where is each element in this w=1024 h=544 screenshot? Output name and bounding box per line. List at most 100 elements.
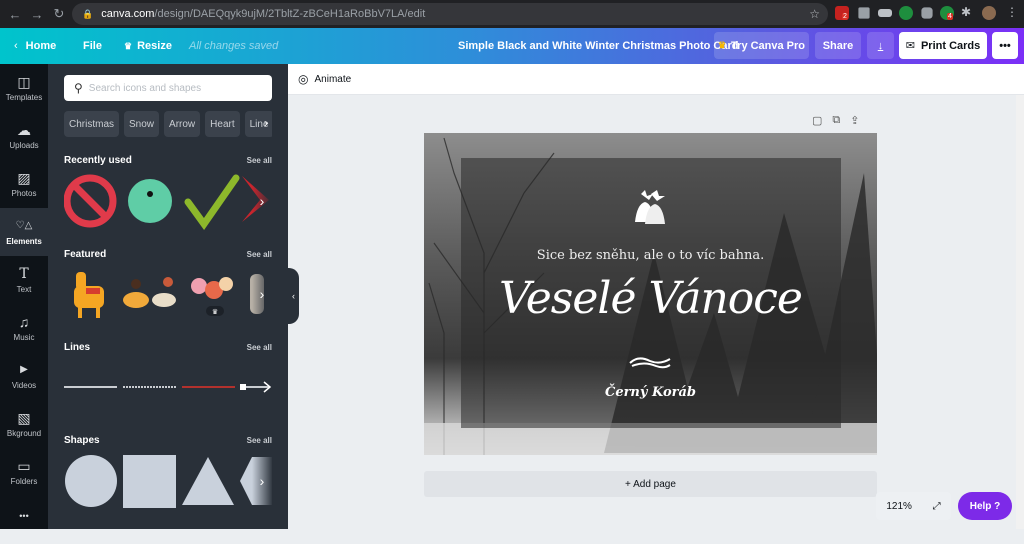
- sidebar-item-folders[interactable]: ▭ Folders: [0, 448, 48, 496]
- card-subtitle[interactable]: Sice bez sněhu, ale o to víc bahna.: [424, 248, 877, 263]
- more-options-button[interactable]: •••: [992, 32, 1018, 59]
- scroll-right-icon[interactable]: ›: [252, 172, 272, 230]
- chevron-left-icon: ‹: [14, 40, 18, 52]
- square-shape-icon[interactable]: [123, 455, 176, 508]
- extension-camera-icon[interactable]: [921, 7, 933, 19]
- url-host: canva.com: [101, 8, 155, 20]
- sidebar-item-more[interactable]: •••: [0, 496, 48, 544]
- photo-icon: ▨: [17, 170, 31, 186]
- elements-icon: ♡△: [15, 220, 33, 231]
- home-label: Home: [25, 40, 57, 52]
- background-icon: ▧: [17, 410, 31, 426]
- print-cards-button[interactable]: ✉ Print Cards: [899, 32, 987, 59]
- share-button[interactable]: Share: [815, 32, 861, 59]
- sidebar-item-uploads[interactable]: ☁ Uploads: [0, 112, 48, 160]
- animate-button[interactable]: ◎ Animate: [298, 72, 351, 86]
- elements-panel: ⚲ Christmas Snow Arrow Heart Line › Rece…: [48, 64, 288, 529]
- add-note-icon[interactable]: ▢: [812, 114, 822, 127]
- sidebar-item-templates[interactable]: ◫ Templates: [0, 64, 48, 112]
- checkmark-icon[interactable]: [184, 174, 240, 230]
- flowers-sticker-icon[interactable]: ♛: [191, 277, 233, 316]
- chip-snow[interactable]: Snow: [124, 111, 160, 137]
- zoom-level[interactable]: 121%: [886, 501, 912, 512]
- add-page-icon[interactable]: ⇪: [850, 114, 859, 127]
- search-icon: ⚲: [74, 81, 83, 95]
- card-signature[interactable]: Černý Koráb: [424, 385, 877, 400]
- music-icon: ♫: [18, 314, 30, 330]
- arrow-line-icon[interactable]: [240, 381, 272, 393]
- sidebar-item-videos[interactable]: ▶ Videos: [0, 352, 48, 400]
- try-pro-label: Try Canva Pro: [731, 39, 806, 52]
- line-elements: [64, 381, 272, 393]
- flourish-divider-icon[interactable]: [628, 353, 672, 373]
- vertical-scrollbar[interactable]: [1016, 95, 1024, 529]
- circle-shape-icon[interactable]: [65, 455, 117, 507]
- chips-next-icon[interactable]: ›: [264, 116, 268, 130]
- scroll-right-icon[interactable]: ›: [252, 264, 272, 324]
- help-button[interactable]: Help ?: [958, 492, 1012, 520]
- bookmark-star-icon[interactable]: ☆: [809, 7, 820, 21]
- sidebar-item-text[interactable]: T Text: [0, 256, 48, 304]
- text-icon: T: [19, 266, 29, 282]
- see-all-link[interactable]: See all: [247, 436, 272, 445]
- design-canvas[interactable]: Sice bez sněhu, ale o to víc bahna. Vese…: [424, 133, 877, 455]
- shape-elements: [65, 455, 272, 508]
- see-all-link[interactable]: See all: [247, 156, 272, 165]
- extension-drive-icon[interactable]: [858, 7, 870, 19]
- zoom-control[interactable]: 121% ⤢: [876, 492, 951, 520]
- crown-icon: ♛: [717, 40, 727, 50]
- recent-elements: [64, 174, 269, 230]
- people-popcorn-sticker-icon[interactable]: [123, 277, 176, 308]
- sidebar-item-photos[interactable]: ▨ Photos: [0, 160, 48, 208]
- sidebar-item-background[interactable]: ▧ Bkground: [0, 400, 48, 448]
- recently-used-row: ›: [64, 172, 272, 230]
- extension-badge: 2: [842, 13, 848, 20]
- file-menu-button[interactable]: File: [83, 40, 102, 52]
- sidebar-item-elements[interactable]: ♡△ Elements: [0, 208, 48, 256]
- video-icon: ▶: [20, 364, 28, 375]
- resize-button[interactable]: ♛ Resize: [124, 40, 172, 52]
- fullscreen-icon[interactable]: ⤢: [933, 501, 941, 512]
- chip-heart[interactable]: Heart: [205, 111, 240, 137]
- triangle-shape-icon[interactable]: [182, 457, 234, 505]
- scroll-right-icon[interactable]: ›: [252, 453, 272, 509]
- back-icon[interactable]: ←: [4, 7, 26, 22]
- address-bar[interactable]: 🔒 canva.com /design/DAEQqyk9ujM/2TbltZ-z…: [72, 3, 828, 25]
- forward-icon[interactable]: →: [26, 7, 48, 22]
- animate-label: Animate: [314, 73, 352, 85]
- try-canva-pro-button[interactable]: ♛ Try Canva Pro: [714, 32, 809, 59]
- home-button[interactable]: ‹ Home: [14, 40, 56, 52]
- featured-elements: ♛: [74, 272, 264, 318]
- sidebar-item-label: Bkground: [6, 429, 42, 438]
- chip-arrow[interactable]: Arrow: [164, 111, 201, 137]
- editor-toolbar: ◎ Animate: [288, 64, 1024, 95]
- download-button[interactable]: ↓: [867, 32, 894, 59]
- profile-avatar[interactable]: [982, 6, 996, 20]
- sidebar-item-music[interactable]: ♫ Music: [0, 304, 48, 352]
- extensions-puzzle-icon[interactable]: ✱: [961, 5, 975, 19]
- duplicate-page-icon[interactable]: ⧉: [832, 114, 840, 127]
- virus-sticker-icon[interactable]: [128, 179, 172, 223]
- search-box[interactable]: ⚲: [64, 75, 272, 101]
- extension-green-icon[interactable]: [899, 6, 913, 20]
- section-title: Featured: [64, 249, 107, 260]
- sidebar-item-label: Text: [16, 285, 32, 294]
- design-title[interactable]: Simple Black and White Winter Christmas …: [458, 40, 738, 52]
- extension-print-icon[interactable]: [878, 9, 892, 17]
- add-page-button[interactable]: + Add page: [424, 471, 877, 497]
- chip-christmas[interactable]: Christmas: [64, 111, 120, 137]
- see-all-link[interactable]: See all: [247, 343, 272, 352]
- search-input[interactable]: [88, 82, 259, 94]
- more-icon: •••: [19, 511, 29, 521]
- sidebar-item-label: Folders: [10, 477, 38, 486]
- see-all-link[interactable]: See all: [247, 250, 272, 259]
- card-title[interactable]: Veselé Vánoce: [424, 273, 877, 324]
- reload-icon[interactable]: ↻: [48, 6, 70, 22]
- page-tools: ▢ ⧉ ⇪: [812, 114, 859, 127]
- prohibited-sign-icon[interactable]: [64, 174, 117, 228]
- llama-sticker-icon[interactable]: [74, 272, 104, 318]
- folder-icon: ▭: [17, 458, 31, 474]
- christmas-bells-icon[interactable]: [629, 188, 669, 232]
- browser-menu-icon[interactable]: ⋮: [1006, 5, 1020, 19]
- collapse-panel-button[interactable]: ‹: [288, 268, 299, 324]
